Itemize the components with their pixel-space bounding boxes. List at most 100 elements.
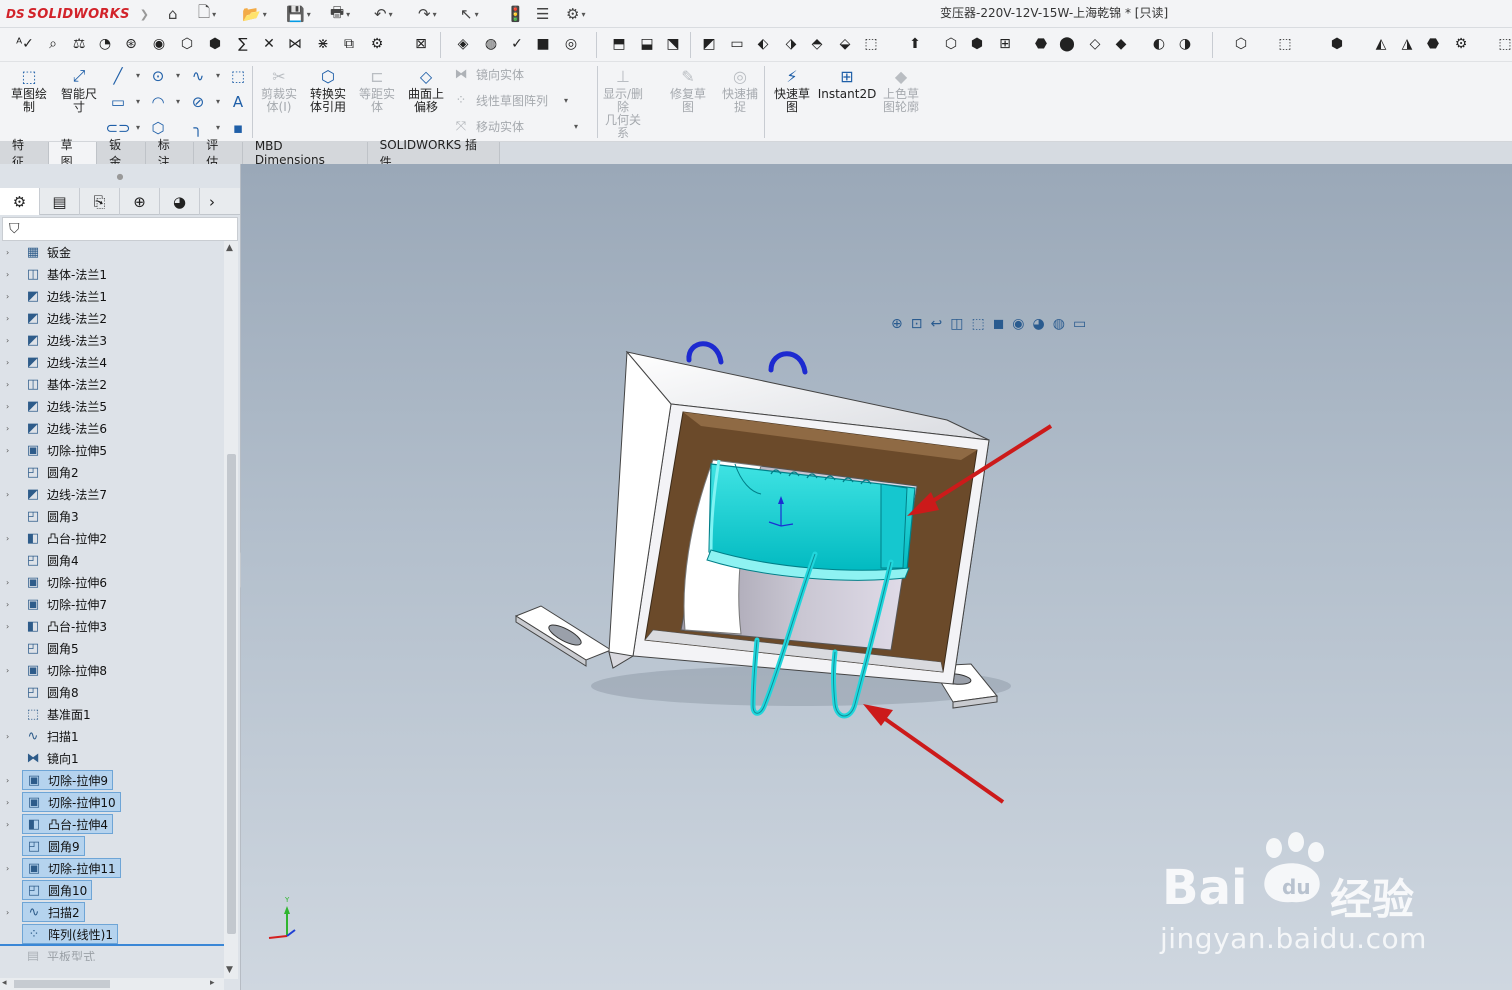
tab-6[interactable]: SOLIDWORKS 插件 — [367, 138, 500, 169]
filter-bar[interactable]: ⛉ — [2, 217, 238, 241]
weld-icon[interactable]: ◆ — [1110, 33, 1132, 55]
quick-tool-button-0[interactable]: ⚡ 快速草 图 — [769, 66, 815, 114]
scroll-left-icon[interactable]: ◂ — [2, 978, 7, 988]
corner-icon[interactable]: ◇ — [1084, 33, 1106, 55]
mirror-entities-button[interactable]: ⧓ 镜向实体 — [452, 63, 525, 85]
quick-tool-button-1[interactable]: ⊞ Instant2D — [818, 66, 877, 101]
hem-icon[interactable]: ▭ — [726, 33, 748, 55]
expand-icon[interactable]: › — [6, 314, 18, 323]
tree-item[interactable]: › ▣ 切除-拉伸10 — [0, 791, 224, 813]
tree-item[interactable]: › ◩ 边线-法兰7 — [0, 483, 224, 505]
sketch-tool-button-1[interactable]: ⤢ 智能尺 寸 — [56, 66, 102, 114]
jog-icon[interactable]: ⬖ — [752, 33, 774, 55]
tree-item[interactable]: ◰ 圆角3 — [0, 505, 224, 527]
relation-tool-button-2[interactable]: ◎ 快速捕 捉 — [717, 66, 763, 114]
cross-break-icon[interactable]: ⬘ — [806, 33, 828, 55]
point-grid-icon[interactable]: ⬚ — [228, 66, 248, 86]
tree-item[interactable]: ◰ 圆角4 — [0, 549, 224, 571]
rebuild-button[interactable]: 🚦 — [506, 3, 525, 25]
tab-4[interactable]: 评估 — [194, 138, 243, 169]
tree-item[interactable]: ⁘ 阵列(线性)1 — [0, 923, 224, 945]
polygon-icon[interactable]: ⬡ — [148, 118, 168, 138]
measure-icon[interactable]: ⌕ — [42, 33, 64, 55]
base-flange-icon[interactable]: ⬓ — [636, 33, 658, 55]
view-left-icon[interactable]: ⬣ — [1422, 33, 1444, 55]
tab-1[interactable]: 草图 — [48, 138, 98, 169]
tree-item[interactable]: › ◩ 边线-法兰4 — [0, 351, 224, 373]
no-bends-icon[interactable]: ⬡ — [940, 33, 962, 55]
chevron-down-icon[interactable]: ▾ — [263, 10, 267, 19]
line-icon[interactable]: ╱ — [108, 66, 128, 86]
view-front-icon[interactable]: ⬚ — [1274, 33, 1296, 55]
expand-icon[interactable]: › — [6, 380, 18, 389]
scroll-up-icon[interactable]: ▲ — [226, 243, 233, 253]
redo-button[interactable]: ↷ ▾ — [418, 3, 437, 25]
expand-icon[interactable]: › — [6, 732, 18, 741]
flatten-icon[interactable]: ⬆ — [904, 33, 926, 55]
export-icon[interactable]: ⊠ — [410, 33, 432, 55]
tree-item[interactable]: ⬚ 基准面1 — [0, 703, 224, 725]
tree-item[interactable]: › ◩ 边线-法兰6 — [0, 417, 224, 439]
chevron-down-icon[interactable]: ▾ — [212, 10, 216, 19]
expand-icon[interactable]: › — [6, 864, 18, 873]
tab-5[interactable]: MBD Dimensions — [242, 139, 368, 167]
expand-icon[interactable]: › — [6, 776, 18, 785]
select-button[interactable]: ↖ ▾ — [460, 3, 479, 25]
configuration-manager-tab[interactable]: ⎘ — [80, 188, 120, 215]
zebra-icon[interactable]: ◈ — [452, 33, 474, 55]
ellipse-icon[interactable]: ⊘ — [188, 92, 208, 112]
chevron-down-icon[interactable]: ▾ — [581, 10, 585, 19]
vertical-scroll-thumb[interactable] — [227, 454, 236, 934]
expand-icon[interactable]: › — [6, 270, 18, 279]
gusset-icon[interactable]: ◐ — [1148, 33, 1170, 55]
forming-tool-icon[interactable]: ⬣ — [1030, 33, 1052, 55]
linear-pattern-button[interactable]: ⁘ 线性草图阵列 ▾ — [452, 89, 568, 111]
geometry-analysis-icon[interactable]: ⬢ — [204, 33, 226, 55]
tree-item[interactable]: › ◧ 凸台-拉伸2 — [0, 527, 224, 549]
tab-2[interactable]: 钣金 — [97, 138, 146, 169]
check-icon[interactable]: ⬡ — [176, 33, 198, 55]
panel-tab-more[interactable]: › — [200, 188, 224, 215]
curvature-icon[interactable]: ◍ — [480, 33, 502, 55]
unfold-icon[interactable]: ⬙ — [834, 33, 856, 55]
point-icon[interactable]: ▪ — [228, 118, 248, 138]
new-document-button[interactable]: 🗋 ▾ — [198, 3, 216, 25]
tab-slot-icon[interactable]: ◑ — [1174, 33, 1196, 55]
sensor-icon[interactable]: ⊛ — [120, 33, 142, 55]
fold-icon[interactable]: ⬚ — [860, 33, 882, 55]
expand-icon[interactable]: › — [6, 490, 18, 499]
spell-check-icon[interactable]: ᴬ✓ — [14, 33, 36, 55]
tree-item[interactable]: › ▣ 切除-拉伸9 — [0, 769, 224, 791]
tree-item[interactable]: › ▦ 钣金 — [0, 241, 224, 263]
statistics-icon[interactable]: ◉ — [148, 33, 170, 55]
chevron-down-icon[interactable]: ▾ — [475, 10, 479, 19]
stop-icon[interactable]: ■ — [532, 33, 554, 55]
tree-item[interactable]: › ◫ 基体-法兰2 — [0, 373, 224, 395]
mass-properties-icon[interactable]: ⚖ — [68, 33, 90, 55]
tree-item[interactable]: ◰ 圆角9 — [0, 835, 224, 857]
tree-item[interactable]: ◰ 圆角5 — [0, 637, 224, 659]
property-manager-tab[interactable]: ▤ — [40, 188, 80, 215]
rectangle-icon[interactable]: ▭ — [108, 92, 128, 112]
text-icon[interactable]: A — [228, 92, 248, 112]
tree-item[interactable]: ◰ 圆角8 — [0, 681, 224, 703]
expand-icon[interactable]: › — [6, 424, 18, 433]
dimxpert-manager-tab[interactable]: ⊕ — [120, 188, 160, 215]
expand-icon[interactable]: › — [6, 578, 18, 587]
entity-tool-button-2[interactable]: ⊏ 等距实 体 — [354, 66, 400, 114]
display-manager-tab[interactable]: ◕ — [160, 188, 200, 215]
entity-tool-button-1[interactable]: ⬡ 转换实 体引用 — [305, 66, 351, 114]
expand-icon[interactable]: › — [6, 336, 18, 345]
horizontal-scroll-thumb[interactable] — [14, 980, 110, 988]
view-iso-icon[interactable]: ⬢ — [1326, 33, 1348, 55]
panel-splitter[interactable]: ● — [0, 168, 240, 184]
scroll-right-icon[interactable]: ▸ — [210, 978, 215, 988]
tab-3[interactable]: 标注 — [145, 138, 195, 169]
compare-icon[interactable]: ⚙ — [366, 33, 388, 55]
tree-item[interactable]: ◰ 圆角2 — [0, 461, 224, 483]
tree-item[interactable]: › ▣ 切除-拉伸11 — [0, 857, 224, 879]
chevron-down-icon[interactable]: ▾ — [389, 10, 393, 19]
edge-flange-icon[interactable]: ⬔ — [662, 33, 684, 55]
save-button[interactable]: 💾 ▾ — [286, 3, 311, 25]
expand-icon[interactable]: › — [6, 292, 18, 301]
